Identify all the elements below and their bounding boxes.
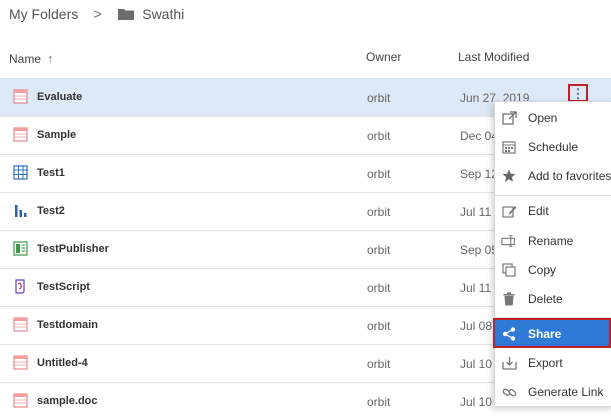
folder-icon xyxy=(118,8,135,20)
file-modified: Jul 10 xyxy=(460,357,493,371)
file-name[interactable]: Sample xyxy=(37,129,76,141)
copy-icon xyxy=(501,262,517,278)
breadcrumb-root[interactable]: My Folders xyxy=(9,6,78,22)
menu-divider xyxy=(495,195,611,196)
export-icon xyxy=(501,355,517,371)
menu-item-copy[interactable]: Copy xyxy=(495,256,611,284)
rename-icon xyxy=(501,233,517,249)
report-icon xyxy=(13,127,28,142)
more-options-button[interactable]: ⋮ xyxy=(568,84,588,102)
file-name[interactable]: Testdomain xyxy=(37,319,98,331)
kebab-icon: ⋮ xyxy=(571,85,585,101)
menu-divider xyxy=(495,317,611,318)
file-modified: Sep 05 xyxy=(460,243,499,257)
star-icon xyxy=(501,168,517,184)
report-icon xyxy=(13,89,28,104)
link-icon xyxy=(501,384,517,400)
menu-item-add-to-favorites[interactable]: Add to favorites xyxy=(495,162,611,190)
menu-item-schedule-label: Schedule xyxy=(528,140,579,154)
open-external-icon xyxy=(501,110,517,126)
menu-item-copy-label: Copy xyxy=(528,263,557,277)
script-icon xyxy=(13,279,28,294)
menu-item-rename-label: Rename xyxy=(528,234,574,248)
share-icon xyxy=(501,326,517,342)
file-modified: Jul 08 xyxy=(460,319,493,333)
menu-item-generate-link[interactable]: Generate Link xyxy=(495,378,611,406)
menu-item-schedule[interactable]: Schedule xyxy=(495,133,611,161)
menu-item-open-label: Open xyxy=(528,111,558,125)
menu-item-edit[interactable]: Edit xyxy=(495,197,611,225)
column-name[interactable]: Name ↑ xyxy=(9,51,54,66)
file-owner: orbit xyxy=(367,243,391,257)
menu-item-open[interactable]: Open xyxy=(495,104,611,132)
menu-item-generate-link-label: Generate Link xyxy=(528,385,604,399)
column-owner[interactable]: Owner xyxy=(366,50,401,64)
menu-item-rename[interactable]: Rename xyxy=(495,227,611,255)
breadcrumb: My Folders > Swathi xyxy=(9,5,185,23)
report-icon xyxy=(13,393,28,408)
menu-item-share[interactable]: Share xyxy=(495,320,611,348)
menu-item-export-label: Export xyxy=(528,356,563,370)
menu-item-delete[interactable]: Delete xyxy=(495,285,611,313)
file-name[interactable]: Evaluate xyxy=(37,91,82,103)
file-owner: orbit xyxy=(367,167,391,181)
file-owner: orbit xyxy=(367,91,391,105)
bar-chart-icon xyxy=(13,203,28,218)
file-modified: Jul 11 xyxy=(460,205,492,219)
file-owner: orbit xyxy=(367,281,391,295)
menu-item-export[interactable]: Export xyxy=(495,349,611,377)
table-header: Name ↑ Owner Last Modified xyxy=(0,46,611,72)
menu-item-edit-label: Edit xyxy=(528,204,549,218)
menu-item-delete-label: Delete xyxy=(528,292,563,306)
report-icon xyxy=(13,317,28,332)
sort-ascending-icon[interactable]: ↑ xyxy=(47,51,54,66)
trash-icon xyxy=(501,291,517,307)
breadcrumb-current: Swathi xyxy=(142,6,185,22)
report-icon xyxy=(13,355,28,370)
publisher-icon xyxy=(13,241,28,256)
file-modified: Sep 12 xyxy=(460,167,499,181)
file-modified: Dec 04 xyxy=(460,129,499,143)
file-name[interactable]: sample.doc xyxy=(37,395,98,407)
file-name[interactable]: Test1 xyxy=(37,167,65,179)
context-menu: Open Schedule Add to favorites Edit Rena… xyxy=(494,101,611,407)
chevron-right-icon: > xyxy=(93,5,102,23)
column-name-label: Name xyxy=(9,51,42,66)
calendar-icon xyxy=(501,139,517,155)
file-owner: orbit xyxy=(367,357,391,371)
file-modified: Jul 11 xyxy=(460,281,492,295)
file-name[interactable]: Untitled-4 xyxy=(37,357,88,369)
column-last-modified[interactable]: Last Modified xyxy=(458,50,529,64)
file-owner: orbit xyxy=(367,319,391,333)
file-name[interactable]: TestScript xyxy=(37,281,90,293)
file-name[interactable]: TestPublisher xyxy=(37,243,109,255)
grid-icon xyxy=(13,165,28,180)
edit-icon xyxy=(501,203,517,219)
file-owner: orbit xyxy=(367,205,391,219)
menu-item-add-to-favorites-label: Add to favorites xyxy=(528,169,611,183)
file-owner: orbit xyxy=(367,129,391,143)
file-name[interactable]: Test2 xyxy=(37,205,65,217)
menu-item-share-label: Share xyxy=(528,327,562,341)
